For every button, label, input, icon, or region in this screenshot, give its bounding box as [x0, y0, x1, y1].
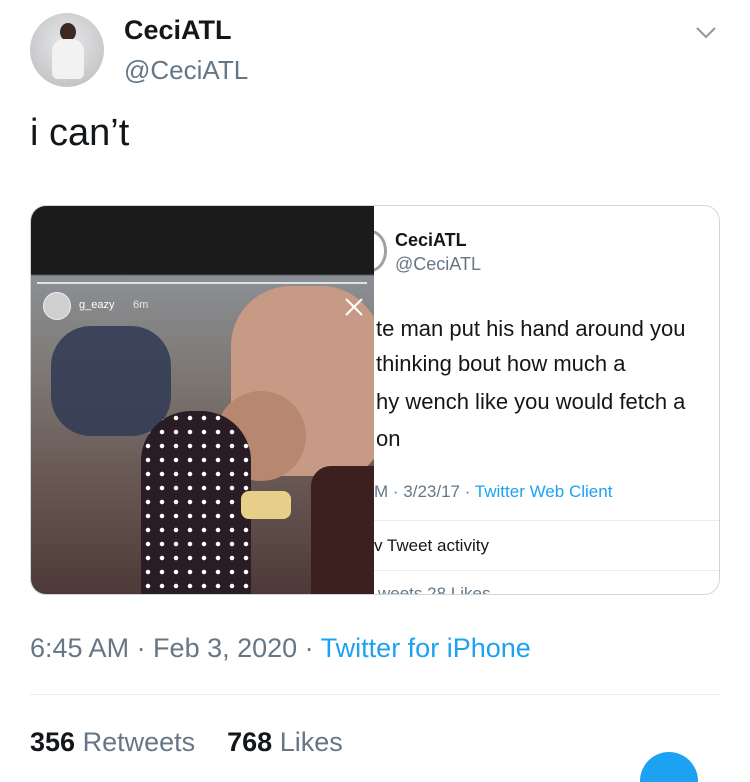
story-screenshot: g_eazy 6m [31, 206, 374, 594]
story-username: g_eazy [79, 299, 115, 311]
screenshot-divider [374, 520, 719, 521]
tweet-screenshot: CeciATL @CeciATL te man put his hand aro… [374, 206, 719, 594]
screenshot-text-line: on [376, 426, 401, 451]
screenshot-text-line: te man put his hand around you [376, 316, 686, 341]
like-count: 768 [227, 727, 273, 757]
likes-stat[interactable]: 768 Likes [227, 727, 343, 757]
story-figure [311, 466, 374, 594]
source-link[interactable]: Twitter for iPhone [321, 633, 531, 663]
close-icon [345, 298, 363, 316]
avatar[interactable] [30, 13, 104, 87]
screenshot-display-name: CeciATL [395, 230, 467, 250]
screenshot-meta: M · 3/23/17 · Twitter Web Client [374, 482, 612, 502]
story-progress-bar [37, 282, 367, 284]
screenshot-text-line: hy wench like you would fetch a [376, 389, 686, 414]
retweet-count: 356 [30, 727, 76, 757]
timestamp-date: 6:45 AM · Feb 3, 2020 · [30, 633, 321, 663]
tweet-stats: 356 Retweets 768 Likes [30, 727, 343, 758]
screenshot-avatar [374, 230, 387, 272]
screenshot-meta-time: M · 3/23/17 · [374, 482, 475, 501]
tweet-text: i can’t [30, 112, 130, 154]
compose-button[interactable] [640, 752, 698, 782]
tweet-media[interactable]: g_eazy 6m CeciATL @CeciATL te man put hi… [30, 205, 720, 595]
story-avatar [43, 292, 71, 320]
screenshot-divider [374, 570, 719, 571]
story-time: 6m [133, 299, 149, 311]
retweet-label: Retweets [82, 727, 196, 757]
chevron-down-icon[interactable] [694, 20, 718, 44]
story-figure [51, 326, 171, 436]
avatar-body-shape [52, 39, 84, 79]
screenshot-stats-cut: weets 28 Likes [378, 584, 491, 594]
screenshot-activity: v Tweet activity [374, 536, 489, 555]
display-name[interactable]: CeciATL [124, 15, 232, 46]
retweets-stat[interactable]: 356 Retweets [30, 727, 195, 757]
story-figure [141, 411, 251, 594]
user-handle[interactable]: @CeciATL [124, 55, 248, 86]
divider [30, 694, 720, 695]
story-figure [241, 491, 291, 519]
like-label: Likes [279, 727, 343, 757]
screenshot-meta-client: Twitter Web Client [474, 482, 613, 501]
screenshot-text-line: thinking bout how much a [376, 351, 626, 376]
screenshot-handle: @CeciATL [395, 254, 481, 274]
tweet-timestamp: 6:45 AM · Feb 3, 2020 · Twitter for iPho… [30, 633, 531, 664]
